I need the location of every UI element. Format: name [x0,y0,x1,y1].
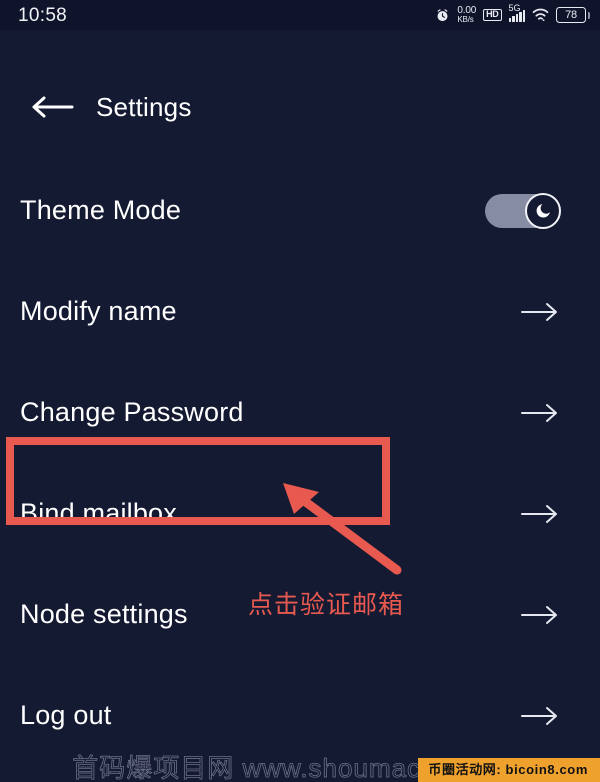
annotation-text: 点击验证邮箱 [248,591,405,619]
settings-row-label: Bind mailbox [20,498,177,528]
settings-row-label: Change Password [20,397,244,427]
settings-row-label: Node settings [20,599,188,629]
wifi-icon [532,8,549,22]
settings-row-bind-mailbox[interactable]: Bind mailbox [0,463,600,564]
toggle-knob [525,192,561,229]
status-bar-icons: 0.00 KB/s HD 5G 78 [435,4,590,24]
settings-row-change-password[interactable]: Change Password [0,362,600,463]
settings-row-modify-name[interactable]: Modify name [0,261,600,362]
arrow-right-icon [520,502,560,526]
hd-badge-icon: HD [483,8,502,22]
app-bar: Settings [0,82,600,132]
network-type-label: 5G [508,3,521,13]
theme-mode-toggle[interactable] [485,192,561,229]
settings-row-label: Theme Mode [20,195,182,225]
settings-row-label: Modify name [20,296,177,326]
settings-list: Theme Mode Modify name Change Password B… [0,160,600,766]
settings-row-theme-mode[interactable]: Theme Mode [0,160,600,261]
arrow-right-icon [520,704,560,728]
arrow-right-icon [520,401,560,425]
alarm-clock-icon [435,8,450,23]
cellular-signal-icon: 5G [508,4,525,22]
status-bar: 10:58 0.00 KB/s HD 5G 78 [0,0,600,30]
battery-icon: 78 [556,7,590,23]
arrow-right-icon [520,603,560,627]
phone-screen: 10:58 0.00 KB/s HD 5G 78 Settings Theme … [0,0,600,782]
status-bar-clock: 10:58 [18,4,68,26]
moon-icon [536,204,550,218]
site-badge: 币圈活动网: bicoin8.com [418,757,600,782]
arrow-right-icon [520,300,560,324]
back-arrow-icon[interactable] [30,93,74,121]
network-speed-unit: KB/s [457,15,474,24]
settings-row-label: Log out [20,700,112,730]
network-speed-indicator: 0.00 KB/s [457,6,476,24]
page-title: Settings [96,91,192,122]
battery-level-text: 78 [565,8,577,21]
